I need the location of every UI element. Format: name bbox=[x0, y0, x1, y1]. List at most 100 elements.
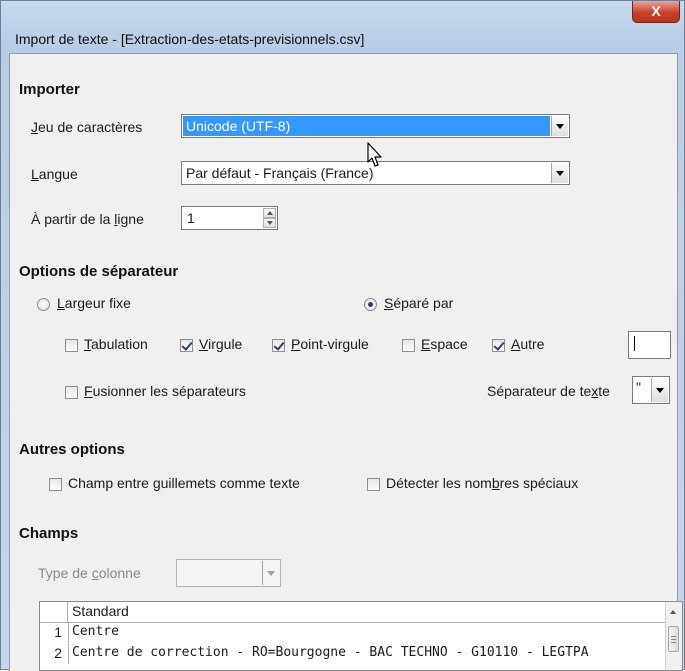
detect-label-text: res spéciaux bbox=[499, 475, 579, 491]
detect-special-numbers-label[interactable]: Détecter les nombres spéciaux bbox=[386, 475, 578, 491]
close-button[interactable]: X bbox=[632, 1, 680, 23]
comma-checkbox[interactable] bbox=[180, 339, 193, 352]
from-row-value: 1 bbox=[187, 210, 195, 226]
grip-line bbox=[671, 636, 676, 637]
quoted-label-accel: g bbox=[152, 475, 161, 491]
column-type-label-text: olonne bbox=[98, 565, 141, 581]
merge-separators-label[interactable]: Fusionner les séparateurs bbox=[84, 383, 246, 399]
semicolon-label-accel: P bbox=[291, 336, 301, 352]
separated-by-radio[interactable] bbox=[364, 298, 377, 311]
preview-corner bbox=[40, 602, 68, 622]
section-other-options: Autres options bbox=[19, 441, 125, 458]
merge-separators-checkbox[interactable] bbox=[65, 386, 78, 399]
table-row[interactable]: 1 Centre bbox=[40, 623, 682, 643]
text-delimiter-label-pre: Séparateur de te bbox=[487, 383, 592, 399]
spin-up-button[interactable] bbox=[263, 208, 276, 218]
spinner-buttons bbox=[263, 208, 276, 228]
spin-down-button[interactable] bbox=[263, 218, 276, 228]
title-bar: Import de texte - [Extraction-des-etats-… bbox=[1, 1, 685, 53]
separated-by-label[interactable]: Séparé par bbox=[384, 295, 453, 311]
language-dropdown-button[interactable] bbox=[551, 163, 568, 183]
charset-label: Jeu de caractères bbox=[31, 119, 142, 135]
column-type-dropdown-button[interactable] bbox=[262, 561, 279, 585]
space-label[interactable]: Espace bbox=[421, 336, 468, 352]
charset-label-text: eu de caractères bbox=[38, 119, 143, 135]
row-divider bbox=[68, 644, 69, 664]
fixed-width-label[interactable]: Largeur fixe bbox=[57, 295, 131, 311]
charset-select[interactable]: Unicode (UTF-8) bbox=[181, 114, 570, 138]
space-label-accel: E bbox=[421, 336, 431, 352]
scroll-up-icon[interactable] bbox=[670, 610, 676, 614]
semicolon-label-text: oint-virgule bbox=[300, 336, 369, 352]
column-type-label-pre: Type de bbox=[38, 565, 92, 581]
section-importer: Importer bbox=[19, 81, 80, 98]
quoted-label-text: uillemets comme texte bbox=[160, 475, 300, 491]
text-caret bbox=[634, 336, 635, 351]
arrow-down-icon bbox=[266, 221, 273, 225]
chevron-down-icon bbox=[656, 387, 664, 393]
row-cell: Centre de correction - RO=Bourgogne - BA… bbox=[72, 645, 589, 660]
row-number: 1 bbox=[54, 624, 62, 640]
chevron-down-icon bbox=[267, 570, 275, 576]
grip-line bbox=[671, 639, 676, 640]
arrow-up-icon bbox=[266, 211, 273, 215]
semicolon-label[interactable]: Point-virgule bbox=[291, 336, 369, 352]
import-text-window: Import de texte - [Extraction-des-etats-… bbox=[0, 0, 685, 671]
window-title: Import de texte - [Extraction-des-etats-… bbox=[15, 31, 365, 47]
other-label[interactable]: Autre bbox=[511, 336, 544, 352]
merge-label-text: usionner les séparateurs bbox=[92, 383, 246, 399]
comma-label-accel: V bbox=[199, 336, 209, 352]
from-row-spinner[interactable]: 1 bbox=[181, 206, 278, 230]
column-type-label-accel: c bbox=[91, 565, 99, 581]
tab-label-accel: T bbox=[84, 336, 91, 352]
separated-by-label-text: éparé par bbox=[393, 295, 454, 311]
language-label-accel: L bbox=[31, 166, 39, 182]
fixed-width-label-accel: L bbox=[57, 295, 65, 311]
row-number: 2 bbox=[54, 645, 62, 661]
other-separator-input[interactable] bbox=[628, 331, 671, 359]
text-delimiter-label: Séparateur de texte bbox=[487, 383, 610, 399]
separated-by-label-accel: S bbox=[384, 295, 394, 311]
scrollbar-thumb[interactable] bbox=[668, 626, 679, 652]
mouse-pointer-icon bbox=[367, 142, 382, 167]
quoted-as-text-checkbox[interactable] bbox=[49, 478, 62, 491]
space-checkbox[interactable] bbox=[402, 339, 415, 352]
from-row-label: À partir de la ligne bbox=[31, 211, 144, 227]
tab-label-text: abulation bbox=[91, 336, 148, 352]
detect-special-numbers-checkbox[interactable] bbox=[367, 478, 380, 491]
row-cell: Centre bbox=[72, 624, 119, 639]
detect-label-pre: Détecter les nom bbox=[386, 475, 492, 491]
text-delimiter-label-text: te bbox=[598, 383, 610, 399]
quoted-label-pre: Champ entre bbox=[68, 475, 153, 491]
charset-value: Unicode (UTF-8) bbox=[186, 118, 291, 134]
language-value: Par défaut - Français (France) bbox=[186, 165, 374, 181]
quoted-as-text-label[interactable]: Champ entre guillemets comme texte bbox=[68, 475, 300, 491]
preview-column-header[interactable]: Standard bbox=[72, 603, 129, 619]
other-checkbox[interactable] bbox=[492, 339, 505, 352]
detect-label-accel: b bbox=[491, 475, 500, 491]
comma-label[interactable]: Virgule bbox=[199, 336, 242, 352]
grip-line bbox=[671, 642, 676, 643]
tab-label[interactable]: Tabulation bbox=[84, 336, 148, 352]
space-label-text: space bbox=[430, 336, 468, 352]
charset-dropdown-button[interactable] bbox=[551, 116, 568, 136]
column-type-label: Type de colonne bbox=[38, 565, 141, 581]
fields-preview-grid[interactable]: Standard 1 Centre 2 Centre de correction… bbox=[39, 601, 683, 671]
other-label-accel: A bbox=[511, 336, 521, 352]
preview-scrollbar[interactable] bbox=[665, 602, 682, 670]
tab-checkbox[interactable] bbox=[65, 339, 78, 352]
column-type-select[interactable] bbox=[176, 559, 281, 587]
section-fields: Champs bbox=[19, 525, 79, 542]
semicolon-checkbox[interactable] bbox=[272, 339, 285, 352]
from-row-label-text: igne bbox=[117, 211, 144, 227]
from-row-label-pre: À partir de la bbox=[31, 211, 115, 227]
text-delimiter-dropdown-button[interactable] bbox=[651, 378, 668, 402]
fixed-width-radio[interactable] bbox=[37, 298, 50, 311]
other-label-text: utre bbox=[520, 336, 545, 352]
table-row[interactable]: 2 Centre de correction - RO=Bourgogne - … bbox=[40, 644, 682, 664]
text-delimiter-select[interactable]: " bbox=[632, 376, 670, 404]
merge-label-accel: F bbox=[84, 383, 93, 399]
language-label: Langue bbox=[31, 166, 78, 182]
row-divider bbox=[68, 623, 69, 643]
preview-header: Standard bbox=[40, 602, 682, 623]
